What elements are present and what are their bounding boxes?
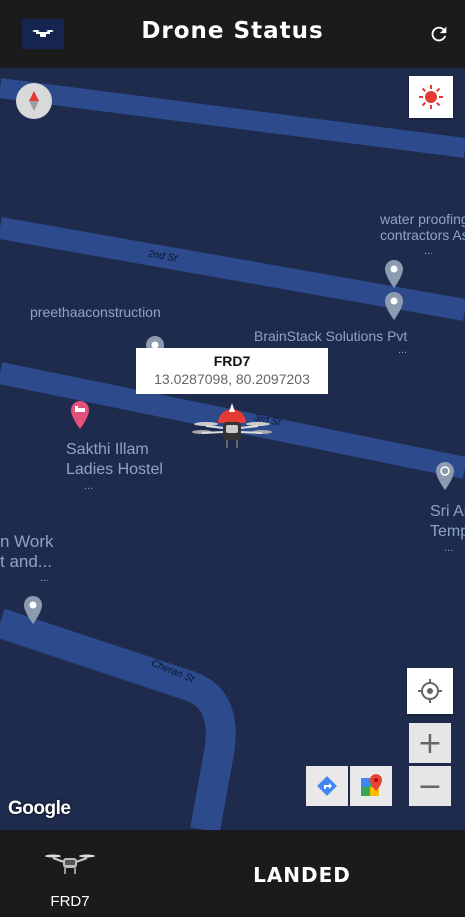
drone-name-label: FRD7 [50, 893, 90, 910]
map-view[interactable]: 2nd St 3rd St Cheran St water proofing c… [0, 68, 465, 830]
marker-title: FRD7 [213, 353, 251, 369]
place-label-sakthi-illam: Sakthi Illam Ladies Hostel ... [66, 441, 163, 492]
google-maps-icon[interactable] [350, 766, 392, 806]
zoom-in-button[interactable]: + [409, 723, 451, 763]
marker-info-popup: FRD7 13.0287098, 80.2097203 [136, 348, 328, 394]
sun-icon[interactable] [409, 76, 453, 118]
directions-icon[interactable] [306, 766, 348, 806]
page-title: Drone Status [141, 18, 324, 44]
google-attribution: Google [8, 798, 71, 819]
status-footer: FRD7 LANDED [0, 830, 465, 917]
drone-icon [44, 850, 96, 876]
place-label-work: n Work t and... ... [0, 532, 54, 584]
map-pin-icon[interactable] [384, 292, 404, 320]
temple-pin-icon[interactable] [435, 462, 455, 490]
map-pin-icon[interactable] [384, 260, 404, 288]
hotel-pin-icon[interactable] [70, 401, 90, 429]
place-label-sri-temple: Sri Ar Temp ... [430, 503, 465, 554]
crosshair-icon[interactable] [407, 668, 453, 714]
drone-marker-icon[interactable] [192, 398, 272, 450]
place-label-water-proofing: water proofing contractors As ... [380, 211, 465, 257]
app-header: Drone Status [0, 0, 465, 68]
refresh-icon[interactable] [428, 23, 450, 45]
marker-coordinates: 13.0287098, 80.2097203 [154, 371, 310, 387]
zoom-out-button[interactable]: − [409, 766, 451, 806]
compass-icon[interactable] [16, 83, 52, 119]
map-pin-icon[interactable] [23, 596, 43, 624]
drone-status-label: LANDED [253, 863, 351, 887]
place-label-preethaaconstruction: preethaaconstruction [30, 304, 161, 320]
